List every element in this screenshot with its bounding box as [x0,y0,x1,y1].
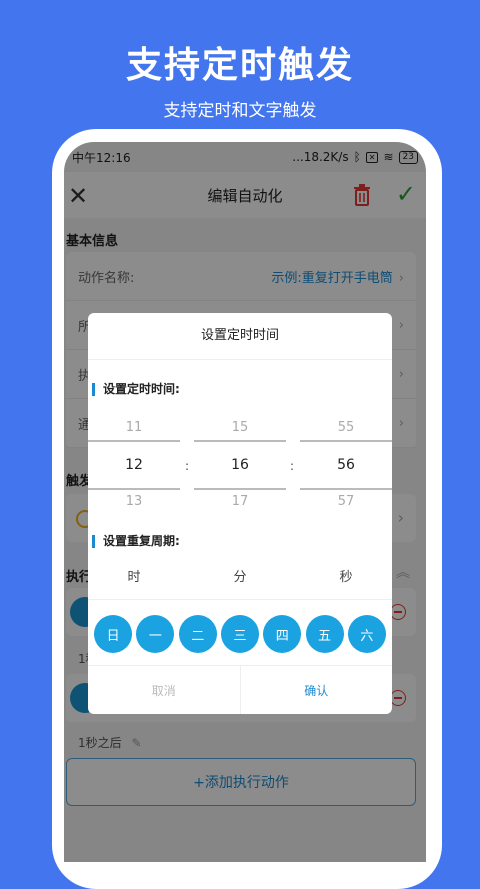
picker-selected[interactable]: 16 [194,440,286,490]
picker-next[interactable]: 13 [88,490,180,514]
day-mon[interactable]: 一 [136,615,175,653]
day-sat[interactable]: 六 [347,615,386,653]
picker-selected[interactable]: 56 [300,440,392,490]
time-separator: : [185,459,190,473]
promo-title: 支持定时触发 [125,45,354,86]
picker-next[interactable]: 57 [300,490,392,514]
time-separator: : [290,459,295,473]
time-label: 设置定时时间: [92,383,180,396]
confirm-button[interactable]: 确认 [241,666,393,714]
set-time-dialog: 设置定时时间 设置定时时间: 11 12 13 : 15 16 17 : 55 … [88,313,392,714]
repeat-label: 设置重复周期: [92,535,180,548]
second-picker[interactable]: 55 56 57 [300,416,392,514]
day-fri[interactable]: 五 [305,615,344,653]
picker-prev[interactable]: 55 [300,416,392,440]
day-tue[interactable]: 二 [178,615,217,653]
picker-prev[interactable]: 11 [88,416,180,440]
dialog-title: 设置定时时间 [88,313,392,360]
dialog-actions: 取消 确认 [88,665,392,714]
picker-next[interactable]: 17 [194,490,286,514]
unit-row: 时 分 秒 [88,566,392,596]
day-wed[interactable]: 三 [220,615,259,653]
picker-prev[interactable]: 15 [194,416,286,440]
promo-subtitle: 支持定时和文字触发 [163,101,317,121]
unit-hour[interactable]: 时 [88,566,180,585]
minute-picker[interactable]: 15 16 17 [194,416,286,514]
day-sun[interactable]: 日 [94,615,133,653]
cancel-button[interactable]: 取消 [88,666,241,714]
picker-selected[interactable]: 12 [88,440,180,490]
unit-second[interactable]: 秒 [300,566,392,585]
weekday-selector: 日 一 二 三 四 五 六 [88,599,392,668]
hour-picker[interactable]: 11 12 13 [88,416,180,514]
unit-minute[interactable]: 分 [194,566,286,585]
day-thu[interactable]: 四 [263,615,302,653]
